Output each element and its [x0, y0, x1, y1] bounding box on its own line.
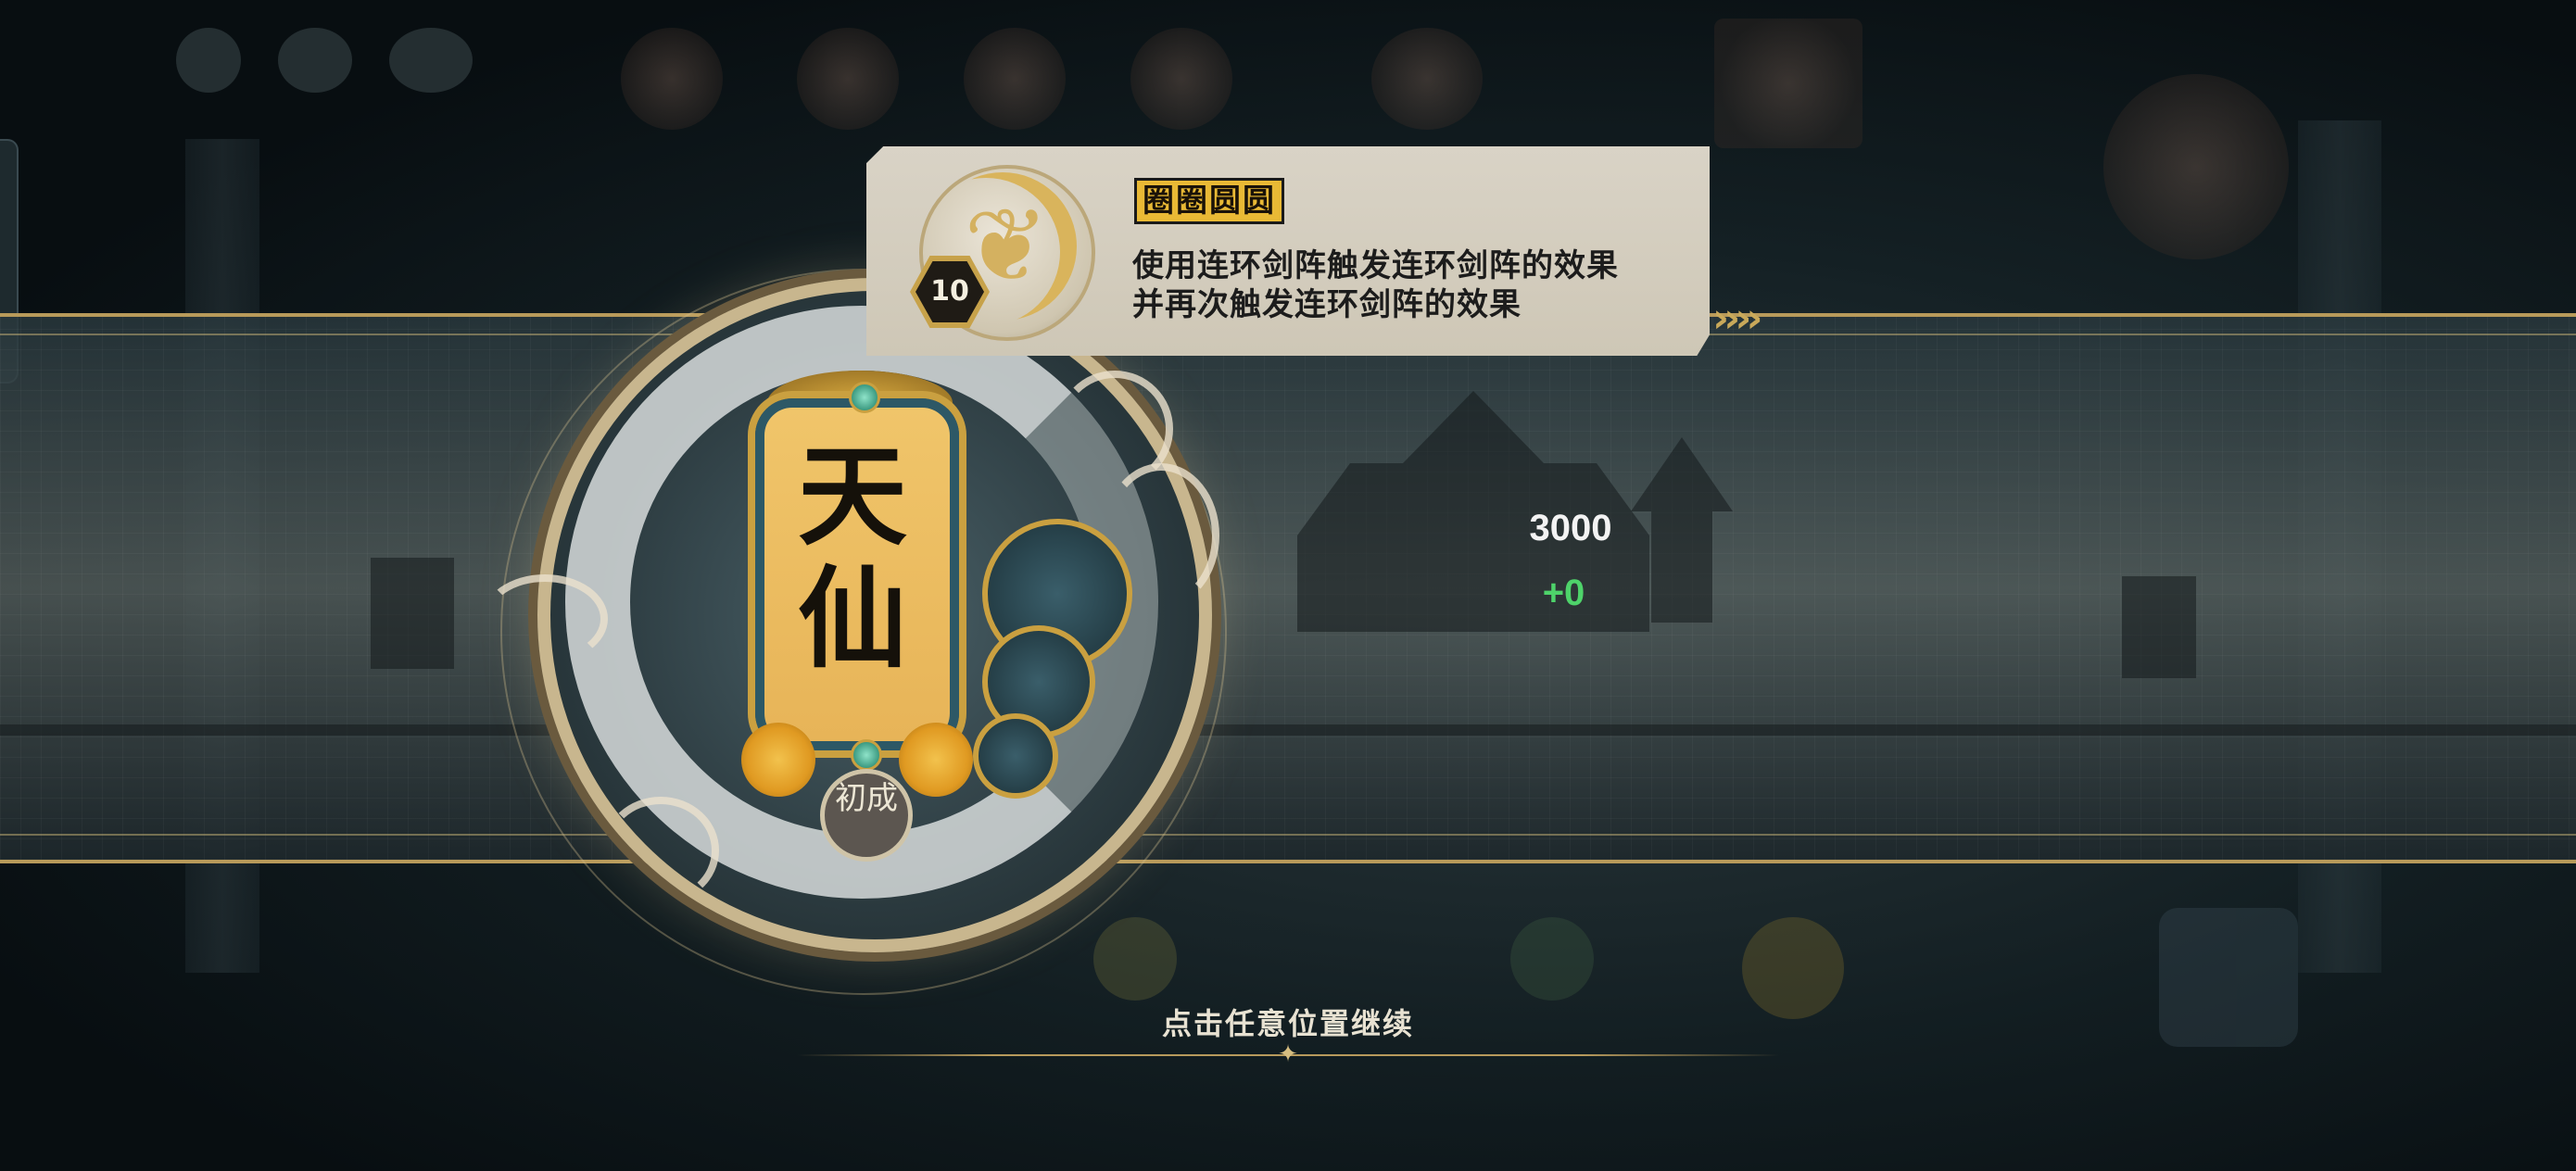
party-avatar: [797, 28, 899, 130]
skill-description-line: 并再次触发连环剑阵的效果: [1132, 286, 1522, 323]
smoke-swirl-icon: [602, 797, 719, 904]
rank-badge: 初成: [820, 769, 913, 862]
flower-icon: [899, 723, 973, 797]
smoke-swirl-icon: [482, 574, 608, 663]
skill-description: 使用连环剑阵触发连环剑阵的效果 并再次触发连环剑阵的效果: [1132, 246, 1688, 324]
reward-screen[interactable]: 天仙 初成 ❦ 10 圈圈圆圆 使用连环剑阵触发连环剑阵的效果 并再次触发连环剑…: [0, 0, 2576, 1171]
party-avatar: [964, 28, 1066, 130]
book-icon: [389, 28, 473, 93]
menu-icon: [176, 28, 241, 93]
party-avatar: [1371, 28, 1483, 130]
stat-value: 3000: [1529, 508, 1612, 548]
boss-avatar: [1714, 19, 1863, 148]
lantern-silhouette: [2122, 576, 2196, 678]
railing: [0, 724, 2576, 736]
party-avatar: [621, 28, 723, 130]
item-slot: [1510, 917, 1594, 1001]
stat-delta: +0: [1542, 573, 1585, 613]
settings-icon: [278, 28, 352, 93]
item-slot: [1093, 917, 1177, 1001]
lantern-silhouette: [371, 558, 454, 669]
banner-rule-bottom: [0, 834, 2576, 836]
continue-prompt[interactable]: 点击任意位置继续 ✦: [797, 991, 1779, 1068]
enemy-avatar: [2103, 74, 2289, 259]
small-disk-icon: [973, 713, 1058, 799]
jade-gem-icon: [851, 739, 882, 771]
character-figure: [2159, 908, 2298, 1047]
reward-banner: [0, 313, 2576, 863]
realm-title: 天仙: [797, 432, 907, 683]
skill-description-line: 使用连环剑阵触发连环剑阵的效果: [1132, 247, 1619, 284]
party-avatar: [1130, 28, 1232, 130]
jade-gem-icon: [849, 382, 880, 413]
skill-name: 圈圈圆圆: [1134, 178, 1284, 224]
chevron-right-icon: ››››: [1712, 295, 1762, 342]
continue-label: 点击任意位置继续: [1161, 1006, 1414, 1041]
flower-icon: [741, 723, 815, 797]
smoke-swirl-icon: [1056, 371, 1173, 487]
ornament-icon: ✦: [1278, 1040, 1298, 1068]
